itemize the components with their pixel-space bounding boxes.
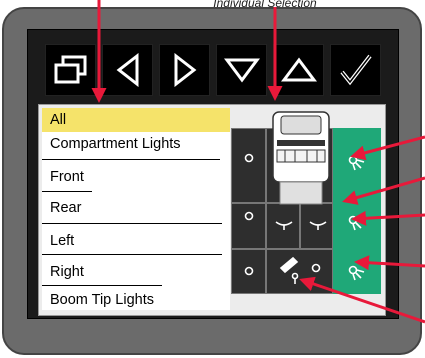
callout-arrow (91, 0, 425, 324)
callout-arrows (91, 0, 425, 324)
